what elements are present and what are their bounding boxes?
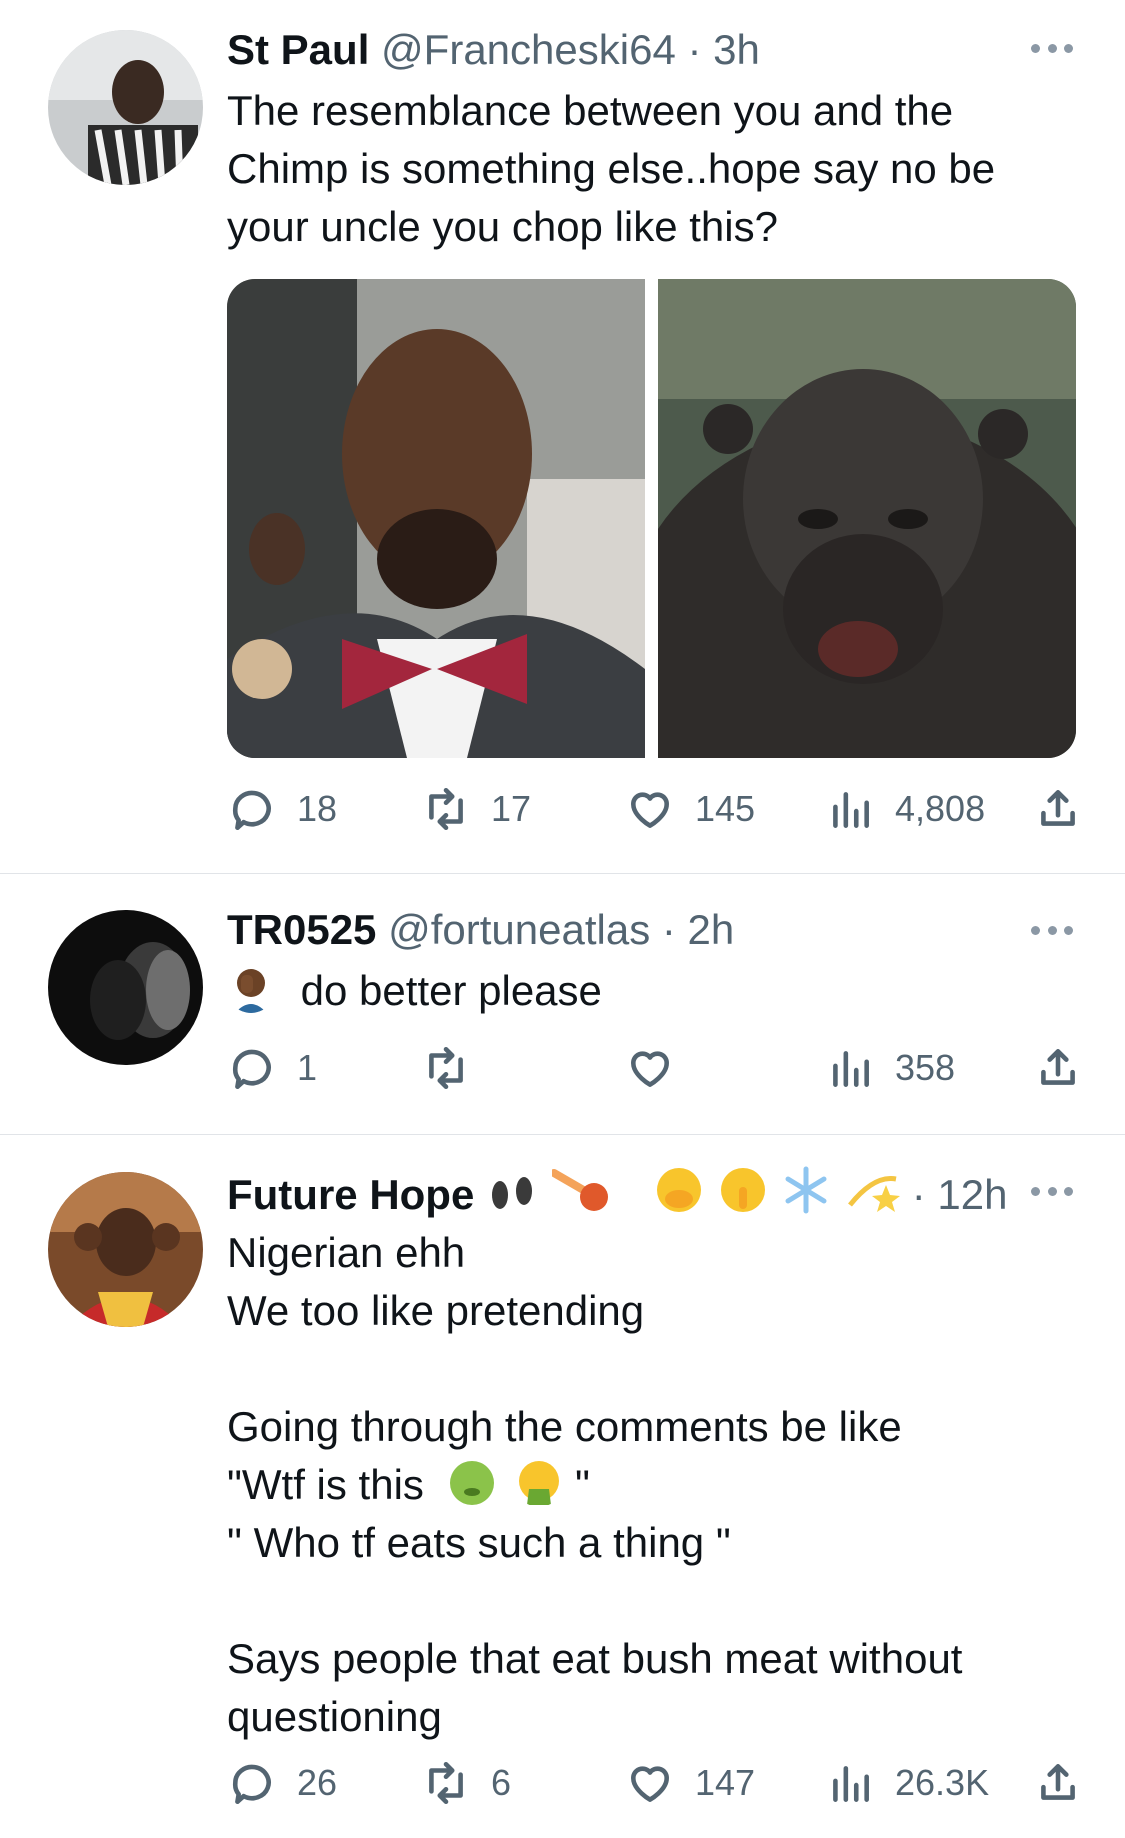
tweet-text-span: " [574, 1461, 590, 1508]
share-upload-icon [1041, 1049, 1075, 1085]
vomiting-face-emoji-icon [519, 1461, 560, 1505]
like-button[interactable]: 145 [625, 781, 755, 837]
reply-count: 18 [297, 788, 338, 829]
bar-chart-icon [833, 792, 869, 828]
tweet-text-line: "Wtf is this " [227, 1456, 1087, 1514]
tweet-actions: 1 358 [227, 1040, 1087, 1096]
name-emoji-group [486, 1165, 901, 1227]
heart-icon [631, 1766, 669, 1802]
heart-icon [631, 792, 669, 828]
facepalm-emoji-icon [235, 969, 267, 1013]
tweet-text-line [227, 1572, 1087, 1630]
display-name[interactable]: Future Hope [227, 1171, 474, 1218]
bar-chart-icon [833, 1051, 869, 1087]
retweet-arrows-icon [429, 1046, 463, 1090]
tweet-text-line: Going through the comments be like [227, 1403, 902, 1450]
tweet-text-line: questioning [227, 1693, 442, 1740]
timestamp[interactable]: · 12h [912, 1171, 1008, 1218]
tweet-text-line: Chimp is something else..hope say no be [227, 145, 996, 192]
share-button[interactable] [1033, 1755, 1083, 1811]
more-options-ellipsis-icon[interactable] [1031, 44, 1073, 56]
media-photo-chimp[interactable] [657, 279, 1076, 758]
footprints-emoji-icon [492, 1177, 532, 1209]
retweet-button[interactable] [421, 1040, 491, 1096]
snowflake-emoji-icon [785, 1166, 827, 1214]
like-count: 145 [695, 788, 756, 829]
speech-bubble-icon [233, 790, 271, 831]
nauseated-face-emoji-icon [449, 1461, 494, 1505]
reply-button[interactable]: 18 [227, 781, 337, 837]
more-options-ellipsis-icon[interactable] [1031, 926, 1073, 938]
retweet-arrows-icon [429, 787, 463, 831]
speech-bubble-icon [233, 1764, 271, 1805]
tweet-text-line: Says people that eat bush meat without [227, 1635, 963, 1682]
tweet-header: TR0525 @fortuneatlas · 2h [227, 904, 734, 956]
avatar[interactable] [48, 1172, 203, 1327]
tweet-text: do better please [227, 962, 1087, 1020]
share-button[interactable] [1033, 781, 1083, 837]
retweet-button[interactable]: 17 [421, 781, 531, 837]
reply-button[interactable]: 26 [227, 1755, 337, 1811]
tweet-actions: 18 17 145 4,808 [227, 781, 1087, 837]
tweet-header: St Paul @Francheski64 · 3h [227, 24, 760, 76]
tweet-text-span: do better please [300, 967, 602, 1014]
dizzy-star-emoji-icon [848, 1176, 901, 1212]
views-button[interactable]: 358 [825, 1040, 955, 1096]
tweet-tr0525[interactable]: TR0525 @fortuneatlas · 2h do better plea… [0, 874, 1125, 1134]
timestamp[interactable]: · 3h [687, 26, 759, 73]
retweet-count: 17 [491, 788, 532, 829]
user-handle[interactable]: @fortuneatlas [388, 906, 650, 953]
display-name[interactable]: St Paul [227, 26, 369, 73]
tweet-text-line: Nigerian ehh [227, 1229, 466, 1276]
timestamp[interactable]: · 2h [662, 906, 734, 953]
tweet-media-grid[interactable] [227, 279, 1076, 758]
speech-bubble-icon [233, 1049, 271, 1090]
media-photo-man[interactable] [227, 279, 646, 758]
tweet-text-line: " Who tf eats such a thing " [227, 1519, 731, 1566]
hand-over-mouth-emoji-icon [657, 1168, 702, 1212]
user-handle[interactable]: @Francheski64 [381, 26, 676, 73]
views-button[interactable]: 4,808 [825, 781, 985, 837]
bar-chart-icon [833, 1766, 869, 1802]
tweet-text-line: your uncle you chop like this? [227, 203, 778, 250]
tweet-text-line [227, 1340, 1087, 1398]
tweet-text-line: do better please [227, 962, 1087, 1020]
views-count: 4,808 [895, 788, 986, 829]
like-button[interactable] [625, 1040, 695, 1096]
comet-basketball-emoji-icon [549, 1169, 608, 1211]
reply-button[interactable]: 1 [227, 1040, 317, 1096]
share-button[interactable] [1033, 1040, 1083, 1096]
display-name[interactable]: TR0525 [227, 906, 376, 953]
avatar[interactable] [48, 30, 203, 185]
retweet-count: 6 [491, 1762, 512, 1803]
reply-count: 26 [297, 1762, 338, 1803]
tweet-header: Future Hope · 12h [227, 1165, 1008, 1218]
share-upload-icon [1041, 1764, 1075, 1800]
like-count: 147 [695, 1762, 756, 1803]
tweet-text-line: We too like pretending [227, 1287, 645, 1334]
tweet-text-span: "Wtf is this [227, 1461, 424, 1508]
tweet-text: Nigerian ehh We too like pretending Goin… [227, 1224, 1087, 1746]
tweet-actions: 26 6 147 26.3K [227, 1755, 1087, 1811]
avatar[interactable] [48, 910, 203, 1065]
retweet-button[interactable]: 6 [421, 1755, 511, 1811]
tweet-text-line: The resemblance between you and the [227, 87, 954, 134]
like-button[interactable]: 147 [625, 1755, 755, 1811]
shushing-face-emoji-icon [720, 1168, 765, 1212]
views-count: 358 [895, 1047, 956, 1088]
share-upload-icon [1041, 790, 1075, 826]
retweet-arrows-icon [429, 1761, 463, 1805]
tweet-future-hope[interactable]: Future Hope · 12h Nigerian ehh We too li… [0, 1135, 1125, 1838]
more-options-ellipsis-icon[interactable] [1031, 1187, 1073, 1199]
reply-count: 1 [297, 1047, 318, 1088]
tweet-st-paul[interactable]: St Paul @Francheski64 · 3h The resemblan… [0, 0, 1125, 873]
views-count: 26.3K [895, 1762, 990, 1803]
views-button[interactable]: 26.3K [825, 1755, 989, 1811]
tweet-text: The resemblance between you and the Chim… [227, 82, 1087, 256]
heart-icon [631, 1051, 669, 1087]
